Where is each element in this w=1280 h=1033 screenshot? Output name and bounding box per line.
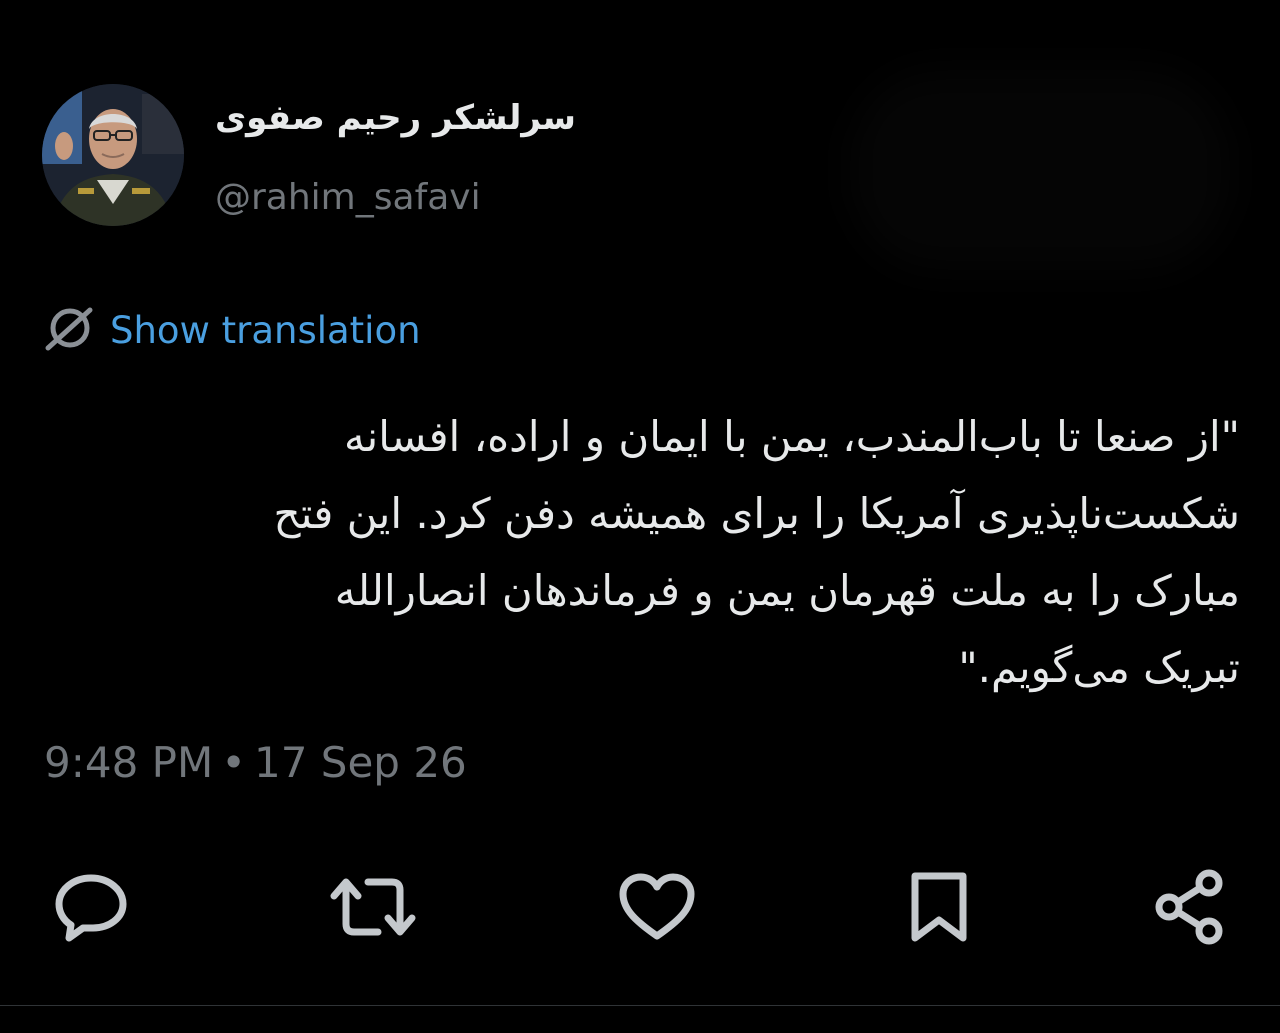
retweet-button[interactable] <box>328 862 418 952</box>
share-button[interactable] <box>1146 862 1236 952</box>
tweet-date: 17 Sep 26 <box>254 738 467 787</box>
show-translation-label[interactable]: Show translation <box>110 309 421 352</box>
redacted-area <box>850 70 1230 270</box>
tweet-time: 9:48 PM <box>44 738 214 787</box>
avatar-photo <box>42 84 184 226</box>
tweet-text: "از صنعا تا باب‌المندب، یمن با ایمان و ا… <box>60 398 1241 706</box>
avatar[interactable] <box>42 84 184 226</box>
tweet-text-line: شکست‌ناپذیری آمریکا را برای همیشه دفن کر… <box>273 489 1241 538</box>
tweet-text-line: تبریک می‌گویم." <box>958 643 1240 692</box>
author-handle[interactable]: @rahim_safavi <box>215 177 481 218</box>
share-icon <box>1155 869 1223 945</box>
bookmark-button[interactable] <box>894 862 984 952</box>
timestamp-separator: • <box>221 738 247 787</box>
tweet-text-line: مبارک را به ملت قهرمان یمن و فرماندهان ا… <box>334 566 1240 615</box>
like-button[interactable] <box>612 862 702 952</box>
reply-button[interactable] <box>46 862 136 952</box>
tweet-text-line: "از صنعا تا باب‌المندب، یمن با ایمان و ا… <box>344 412 1240 461</box>
show-translation-link[interactable]: Show translation <box>44 302 421 358</box>
author-display-name[interactable]: سرلشکر رحیم صفوی <box>215 98 576 138</box>
globe-icon <box>44 302 96 358</box>
reply-icon <box>55 874 127 942</box>
retweet-icon <box>330 878 416 936</box>
action-bar <box>0 862 1280 952</box>
tweet-timestamp[interactable]: 9:48 PM • 17 Sep 26 <box>44 738 467 787</box>
divider <box>0 1005 1280 1006</box>
bookmark-icon <box>911 872 967 942</box>
heart-icon <box>619 873 695 940</box>
